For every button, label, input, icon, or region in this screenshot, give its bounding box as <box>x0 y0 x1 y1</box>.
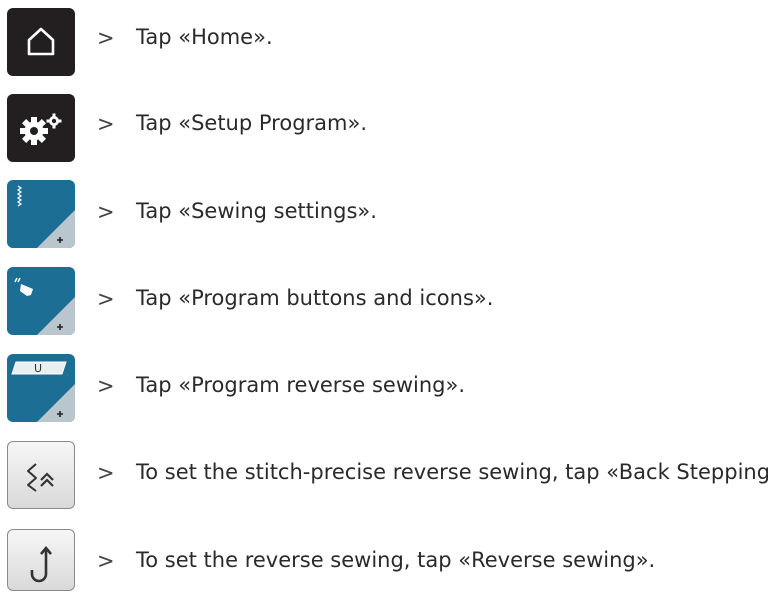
step-instruction: To set the reverse sewing, tap «Reverse … <box>136 548 656 572</box>
step-arrow: > <box>97 549 115 573</box>
reverse-sewing-icon <box>30 545 52 583</box>
setup-program-gears-icon <box>20 113 62 145</box>
sewing-settings-icon <box>16 185 75 248</box>
program-buttons-icons-button[interactable] <box>7 267 75 335</box>
back-stepping-button[interactable] <box>7 441 75 509</box>
step-setup-program: > Tap «Setup Program». <box>0 92 768 164</box>
back-stepping-icon <box>27 463 54 492</box>
reverse-sewing-button[interactable] <box>7 529 75 591</box>
step-reverse-sewing: > To set the reverse sewing, tap «Revers… <box>0 529 768 601</box>
step-instruction: To set the stitch-precise reverse sewing… <box>136 460 768 484</box>
step-arrow: > <box>97 200 115 224</box>
step-arrow: > <box>97 112 115 136</box>
program-reverse-sewing-icon: U <box>11 361 75 422</box>
sewing-settings-button[interactable] <box>7 180 75 248</box>
step-home: > Tap «Home». <box>0 6 768 78</box>
reverse-tab-label: U <box>34 362 42 375</box>
program-reverse-sewing-button[interactable]: U <box>7 354 75 422</box>
home-icon <box>27 27 55 56</box>
step-instruction: Tap «Home». <box>136 25 273 49</box>
step-back-stepping: > To set the stitch-precise reverse sewi… <box>0 441 768 513</box>
step-program-reverse-sewing: U > Tap «Program reverse sewing». <box>0 354 768 426</box>
program-buttons-icons-icon <box>14 277 75 335</box>
step-program-buttons-icons: > Tap «Program buttons and icons». <box>0 267 768 339</box>
home-button[interactable] <box>7 8 75 76</box>
step-arrow: > <box>97 461 115 485</box>
step-instruction: Tap «Program reverse sewing». <box>136 373 465 397</box>
step-arrow: > <box>97 26 115 50</box>
step-arrow: > <box>97 374 115 398</box>
step-instruction: Tap «Sewing settings». <box>136 199 377 223</box>
step-arrow: > <box>97 287 115 311</box>
step-sewing-settings: > Tap «Sewing settings». <box>0 180 768 252</box>
step-instruction: Tap «Setup Program». <box>136 111 367 135</box>
setup-program-button[interactable] <box>7 94 75 162</box>
step-instruction: Tap «Program buttons and icons». <box>136 286 494 310</box>
